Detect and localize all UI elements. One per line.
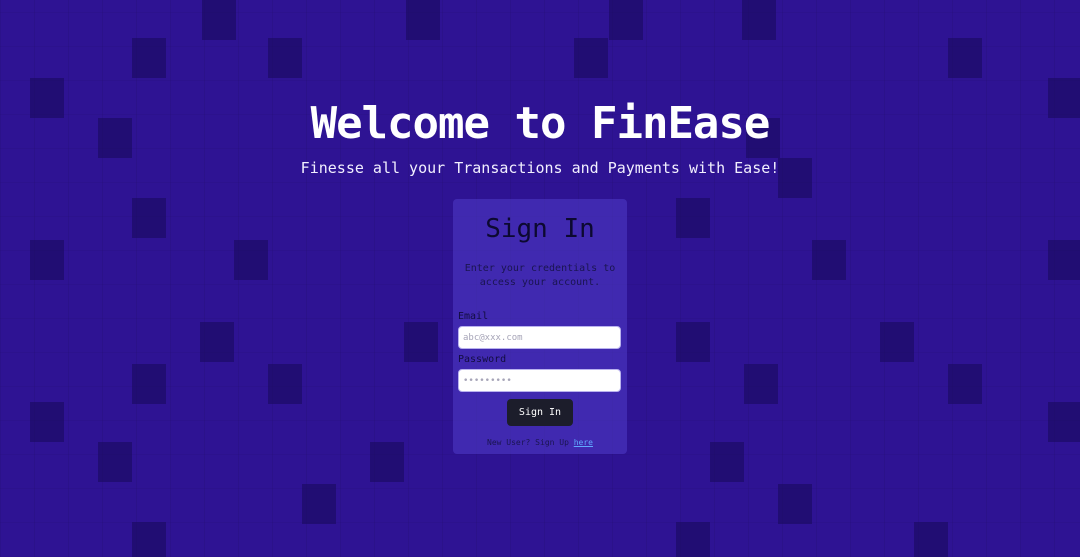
- password-label: Password: [458, 354, 507, 365]
- hero-section: Welcome to FinEase Finesse all your Tran…: [0, 96, 1080, 178]
- signin-description: Enter your credentials to access your ac…: [464, 263, 616, 288]
- signup-link[interactable]: here: [574, 438, 593, 447]
- signup-prompt-text: New User? Sign Up: [487, 438, 574, 447]
- signin-card: Sign In Enter your credentials to access…: [453, 199, 627, 454]
- password-field[interactable]: [458, 369, 621, 392]
- signin-button[interactable]: Sign In: [507, 399, 573, 426]
- email-label: Email: [458, 311, 489, 322]
- email-field[interactable]: [458, 326, 621, 349]
- page-title: Welcome to FinEase: [310, 98, 771, 149]
- signup-prompt: New User? Sign Up here: [458, 438, 622, 447]
- page-subtitle: Finesse all your Transactions and Paymen…: [300, 159, 780, 177]
- signin-heading: Sign In: [485, 214, 595, 244]
